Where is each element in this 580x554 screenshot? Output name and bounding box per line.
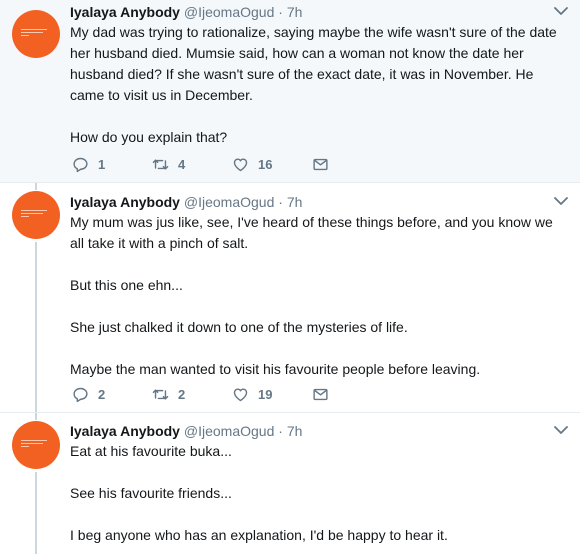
tweet-paragraph: See his favourite friends... bbox=[70, 485, 232, 501]
retweet-count: 2 bbox=[178, 386, 186, 402]
timestamp[interactable]: 7h bbox=[287, 4, 303, 20]
user-handle[interactable]: @IjeomaOgud bbox=[184, 423, 274, 439]
like-icon bbox=[233, 157, 248, 171]
display-name[interactable]: Iyalaya Anybody bbox=[70, 4, 180, 20]
tweet-paragraph: How do you explain that? bbox=[70, 129, 228, 145]
direct-message-button[interactable] bbox=[312, 386, 392, 403]
chevron-down-icon[interactable] bbox=[554, 425, 568, 435]
tweet-paragraph: I beg anyone who has an explanation, I'd… bbox=[70, 527, 448, 543]
user-handle[interactable]: @IjeomaOgud bbox=[184, 194, 274, 210]
chevron-down-icon[interactable] bbox=[554, 6, 568, 16]
retweet-icon bbox=[152, 388, 169, 400]
tweet-paragraph: But this one ehn... bbox=[70, 277, 183, 293]
tweet-paragraph: My dad was trying to rationalize, saying… bbox=[70, 24, 557, 103]
separator: · bbox=[278, 194, 283, 210]
tweet-header: Iyalaya Anybody @IjeomaOgud · 7h bbox=[70, 421, 560, 441]
direct-message-icon bbox=[313, 158, 328, 170]
chevron-down-icon[interactable] bbox=[554, 196, 568, 206]
display-name[interactable]: Iyalaya Anybody bbox=[70, 194, 180, 210]
reply-icon bbox=[73, 387, 88, 402]
tweet-actions: 2 2 19 bbox=[72, 384, 392, 404]
reply-count: 2 bbox=[98, 386, 106, 402]
retweet-icon bbox=[152, 158, 169, 170]
tweet-text: My dad was trying to rationalize, saying… bbox=[70, 22, 560, 148]
like-button[interactable]: 16 bbox=[232, 156, 312, 173]
like-icon bbox=[233, 387, 248, 401]
tweet-text: My mum was jus like, see, I've heard of … bbox=[70, 212, 560, 380]
tweet-text: Eat at his favourite buka... See his fav… bbox=[70, 441, 560, 546]
tweet-header: Iyalaya Anybody @IjeomaOgud · 7h bbox=[70, 2, 560, 22]
tweet-paragraph: Eat at his favourite buka... bbox=[70, 443, 232, 459]
separator: · bbox=[278, 4, 283, 20]
retweet-button[interactable]: 4 bbox=[152, 156, 232, 173]
avatar[interactable] bbox=[12, 421, 60, 469]
like-count: 19 bbox=[258, 386, 273, 402]
like-count: 16 bbox=[258, 156, 273, 172]
direct-message-button[interactable] bbox=[312, 156, 392, 173]
tweet-header: Iyalaya Anybody @IjeomaOgud · 7h bbox=[70, 192, 560, 212]
user-handle[interactable]: @IjeomaOgud bbox=[184, 4, 274, 20]
timestamp[interactable]: 7h bbox=[287, 423, 303, 439]
reply-count: 1 bbox=[98, 156, 106, 172]
reply-icon bbox=[73, 157, 88, 172]
avatar[interactable] bbox=[12, 10, 60, 58]
tweet-paragraph: My mum was jus like, see, I've heard of … bbox=[70, 214, 553, 251]
retweet-button[interactable]: 2 bbox=[152, 386, 232, 403]
tweet-paragraph: Maybe the man wanted to visit his favour… bbox=[70, 361, 481, 377]
tweet-actions: 1 4 16 bbox=[72, 154, 392, 174]
tweet[interactable]: Iyalaya Anybody @IjeomaOgud · 7h Eat at … bbox=[0, 412, 580, 554]
tweet[interactable]: Iyalaya Anybody @IjeomaOgud · 7h My mum … bbox=[0, 182, 580, 412]
retweet-count: 4 bbox=[178, 156, 186, 172]
direct-message-icon bbox=[313, 388, 328, 400]
separator: · bbox=[278, 423, 283, 439]
like-button[interactable]: 19 bbox=[232, 386, 312, 403]
reply-button[interactable]: 1 bbox=[72, 156, 152, 173]
tweet-paragraph: She just chalked it down to one of the m… bbox=[70, 319, 408, 335]
tweet[interactable]: Iyalaya Anybody @IjeomaOgud · 7h My dad … bbox=[0, 0, 580, 182]
reply-button[interactable]: 2 bbox=[72, 386, 152, 403]
display-name[interactable]: Iyalaya Anybody bbox=[70, 423, 180, 439]
avatar[interactable] bbox=[12, 191, 60, 239]
timestamp[interactable]: 7h bbox=[287, 194, 303, 210]
